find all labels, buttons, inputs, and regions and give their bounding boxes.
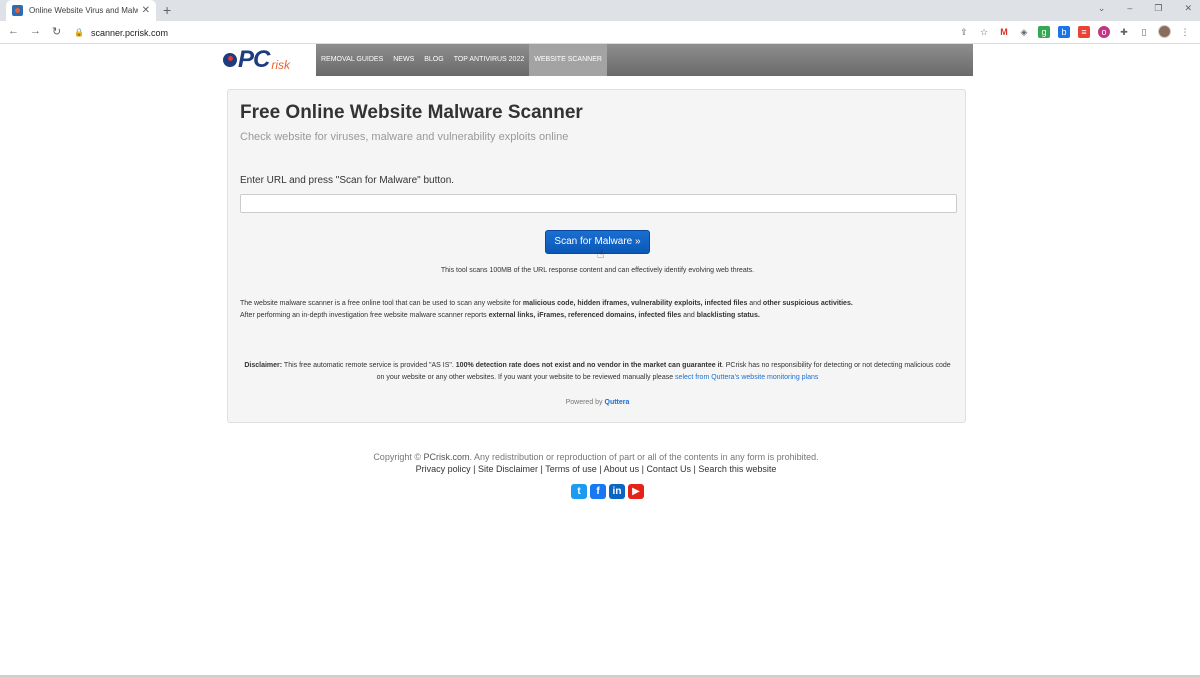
scanner-panel: Free Online Website Malware Scanner Chec… — [227, 89, 966, 423]
facebook-icon[interactable]: f — [590, 484, 606, 499]
copyright: Copyright © PCrisk.com. Any redistributi… — [0, 452, 1192, 462]
extension-green-icon[interactable]: g — [1038, 25, 1050, 38]
desc-text-2: and — [747, 300, 763, 307]
contact-us-link[interactable]: Contact Us — [646, 464, 691, 474]
browser-toolbar: ← → ↻ 🔒 scanner.pcrisk.com ⇪ ☆ M ◈ g b ≡… — [0, 21, 1200, 44]
about-us-link[interactable]: About us — [604, 464, 640, 474]
extensions-puzzle-icon[interactable]: ✚ — [1118, 26, 1130, 38]
site-header: PC risk REMOVAL GUIDES NEWS BLOG TOP ANT… — [220, 44, 973, 76]
favicon-icon — [12, 5, 23, 16]
youtube-icon[interactable]: ▶ — [628, 484, 644, 499]
share-icon[interactable]: ⇪ — [958, 26, 970, 38]
nav-removal-guides[interactable]: REMOVAL GUIDES — [316, 44, 388, 76]
disclaimer-bold: 100% detection rate does not exist and n… — [455, 362, 722, 369]
restore-button[interactable]: ❐ — [1154, 3, 1162, 14]
profile-avatar[interactable] — [1158, 25, 1171, 38]
nav-news[interactable]: NEWS — [388, 44, 419, 76]
logo-ball-icon — [223, 53, 237, 67]
extension-diamond-icon[interactable]: ◈ — [1018, 26, 1030, 38]
nav-blog[interactable]: BLOG — [419, 44, 448, 76]
powered-by-label: Powered by — [565, 399, 605, 406]
forward-button[interactable]: → — [30, 25, 41, 37]
main-nav: REMOVAL GUIDES NEWS BLOG TOP ANTIVIRUS 2… — [316, 44, 607, 76]
search-website-link[interactable]: Search this website — [698, 464, 776, 474]
toolbar-icons: ⇪ ☆ M ◈ g b ≡ o ✚ ▯ ⋮ — [958, 25, 1191, 38]
back-button[interactable]: ← — [8, 25, 19, 37]
desc-bold-2: other suspicious activities. — [762, 300, 853, 307]
desc-text-1: The website malware scanner is a free on… — [240, 300, 523, 307]
new-tab-button[interactable]: + — [163, 2, 171, 18]
terms-of-use-link[interactable]: Terms of use — [545, 464, 597, 474]
monitoring-plans-link[interactable]: select from Quttera's website monitoring… — [675, 374, 818, 381]
close-window-button[interactable]: ✕ — [1184, 3, 1192, 14]
disclaimer-text-1: This free automatic remote service is pr… — [282, 362, 456, 369]
url-text[interactable]: scanner.pcrisk.com — [91, 28, 168, 38]
pcrisk-logo[interactable]: PC risk — [220, 44, 316, 76]
desc-text-4: and — [681, 312, 697, 319]
hand-cursor-icon: ☝ — [597, 247, 605, 261]
extension-red-icon[interactable]: ≡ — [1078, 25, 1090, 38]
copyright-text-1: Copyright © — [373, 452, 424, 462]
page-title: Free Online Website Malware Scanner — [240, 102, 583, 123]
menu-kebab-icon[interactable]: ⋮ — [1179, 26, 1191, 38]
page-subtitle: Check website for viruses, malware and v… — [240, 131, 569, 143]
desc-text-3: After performing an in-depth investigati… — [240, 312, 489, 319]
pcrisk-home-link[interactable]: PCrisk.com — [423, 452, 469, 462]
desc-bold-1: malicious code, hidden iframes, vulnerab… — [522, 300, 748, 307]
lock-icon: 🔒 — [74, 28, 84, 37]
tab-search-icon[interactable]: ⌄ — [1098, 3, 1106, 14]
window-controls: ⌄ – ❐ ✕ — [1098, 3, 1192, 14]
tab-strip: Online Website Virus and Malwa ✕ + ⌄ – ❐… — [0, 0, 1200, 21]
quttera-link[interactable]: Quttera — [605, 399, 630, 406]
side-panel-icon[interactable]: ▯ — [1138, 26, 1150, 38]
extension-pink-icon[interactable]: o — [1098, 25, 1110, 38]
disclaimer: Disclaimer: This free automatic remote s… — [240, 360, 955, 384]
scan-note: This tool scans 100MB of the URL respons… — [440, 267, 755, 274]
logo-risk-text: risk — [271, 58, 291, 72]
tab-close-icon[interactable]: ✕ — [142, 5, 150, 16]
desc-bold-3: external links, iFrames, referenced doma… — [488, 312, 682, 319]
logo-pc-text: PC — [238, 46, 270, 73]
twitter-icon[interactable]: t — [571, 484, 587, 499]
minimize-button[interactable]: – — [1127, 3, 1132, 14]
nav-website-scanner[interactable]: WEBSITE SCANNER — [529, 44, 607, 76]
browser-tab[interactable]: Online Website Virus and Malwa ✕ — [6, 0, 156, 21]
reload-button[interactable]: ↻ — [52, 25, 61, 38]
privacy-policy-link[interactable]: Privacy policy — [416, 464, 471, 474]
gmail-extension-icon[interactable]: M — [998, 26, 1010, 38]
tab-title: Online Website Virus and Malwa — [29, 6, 138, 15]
copyright-text-2: . Any redistribution or reproduction of … — [469, 452, 819, 462]
scanner-description: The website malware scanner is a free on… — [240, 298, 960, 322]
desc-bold-4: blacklisting status. — [696, 312, 760, 319]
footer-links: Privacy policy | Site Disclaimer | Terms… — [415, 464, 777, 474]
disclaimer-label: Disclaimer: — [244, 362, 283, 369]
bookmark-star-icon[interactable]: ☆ — [978, 26, 990, 38]
extension-blue-icon[interactable]: b — [1058, 25, 1070, 38]
url-prompt-label: Enter URL and press "Scan for Malware" b… — [240, 175, 455, 186]
social-links: t f in ▶ — [571, 484, 644, 499]
address-bar[interactable]: 🔒 scanner.pcrisk.com — [70, 24, 940, 41]
powered-by: Powered by Quttera — [228, 399, 967, 406]
site-disclaimer-link[interactable]: Site Disclaimer — [478, 464, 538, 474]
nav-top-antivirus[interactable]: TOP ANTIVIRUS 2022 — [449, 44, 530, 76]
url-input[interactable] — [240, 194, 957, 213]
linkedin-icon[interactable]: in — [609, 484, 625, 499]
